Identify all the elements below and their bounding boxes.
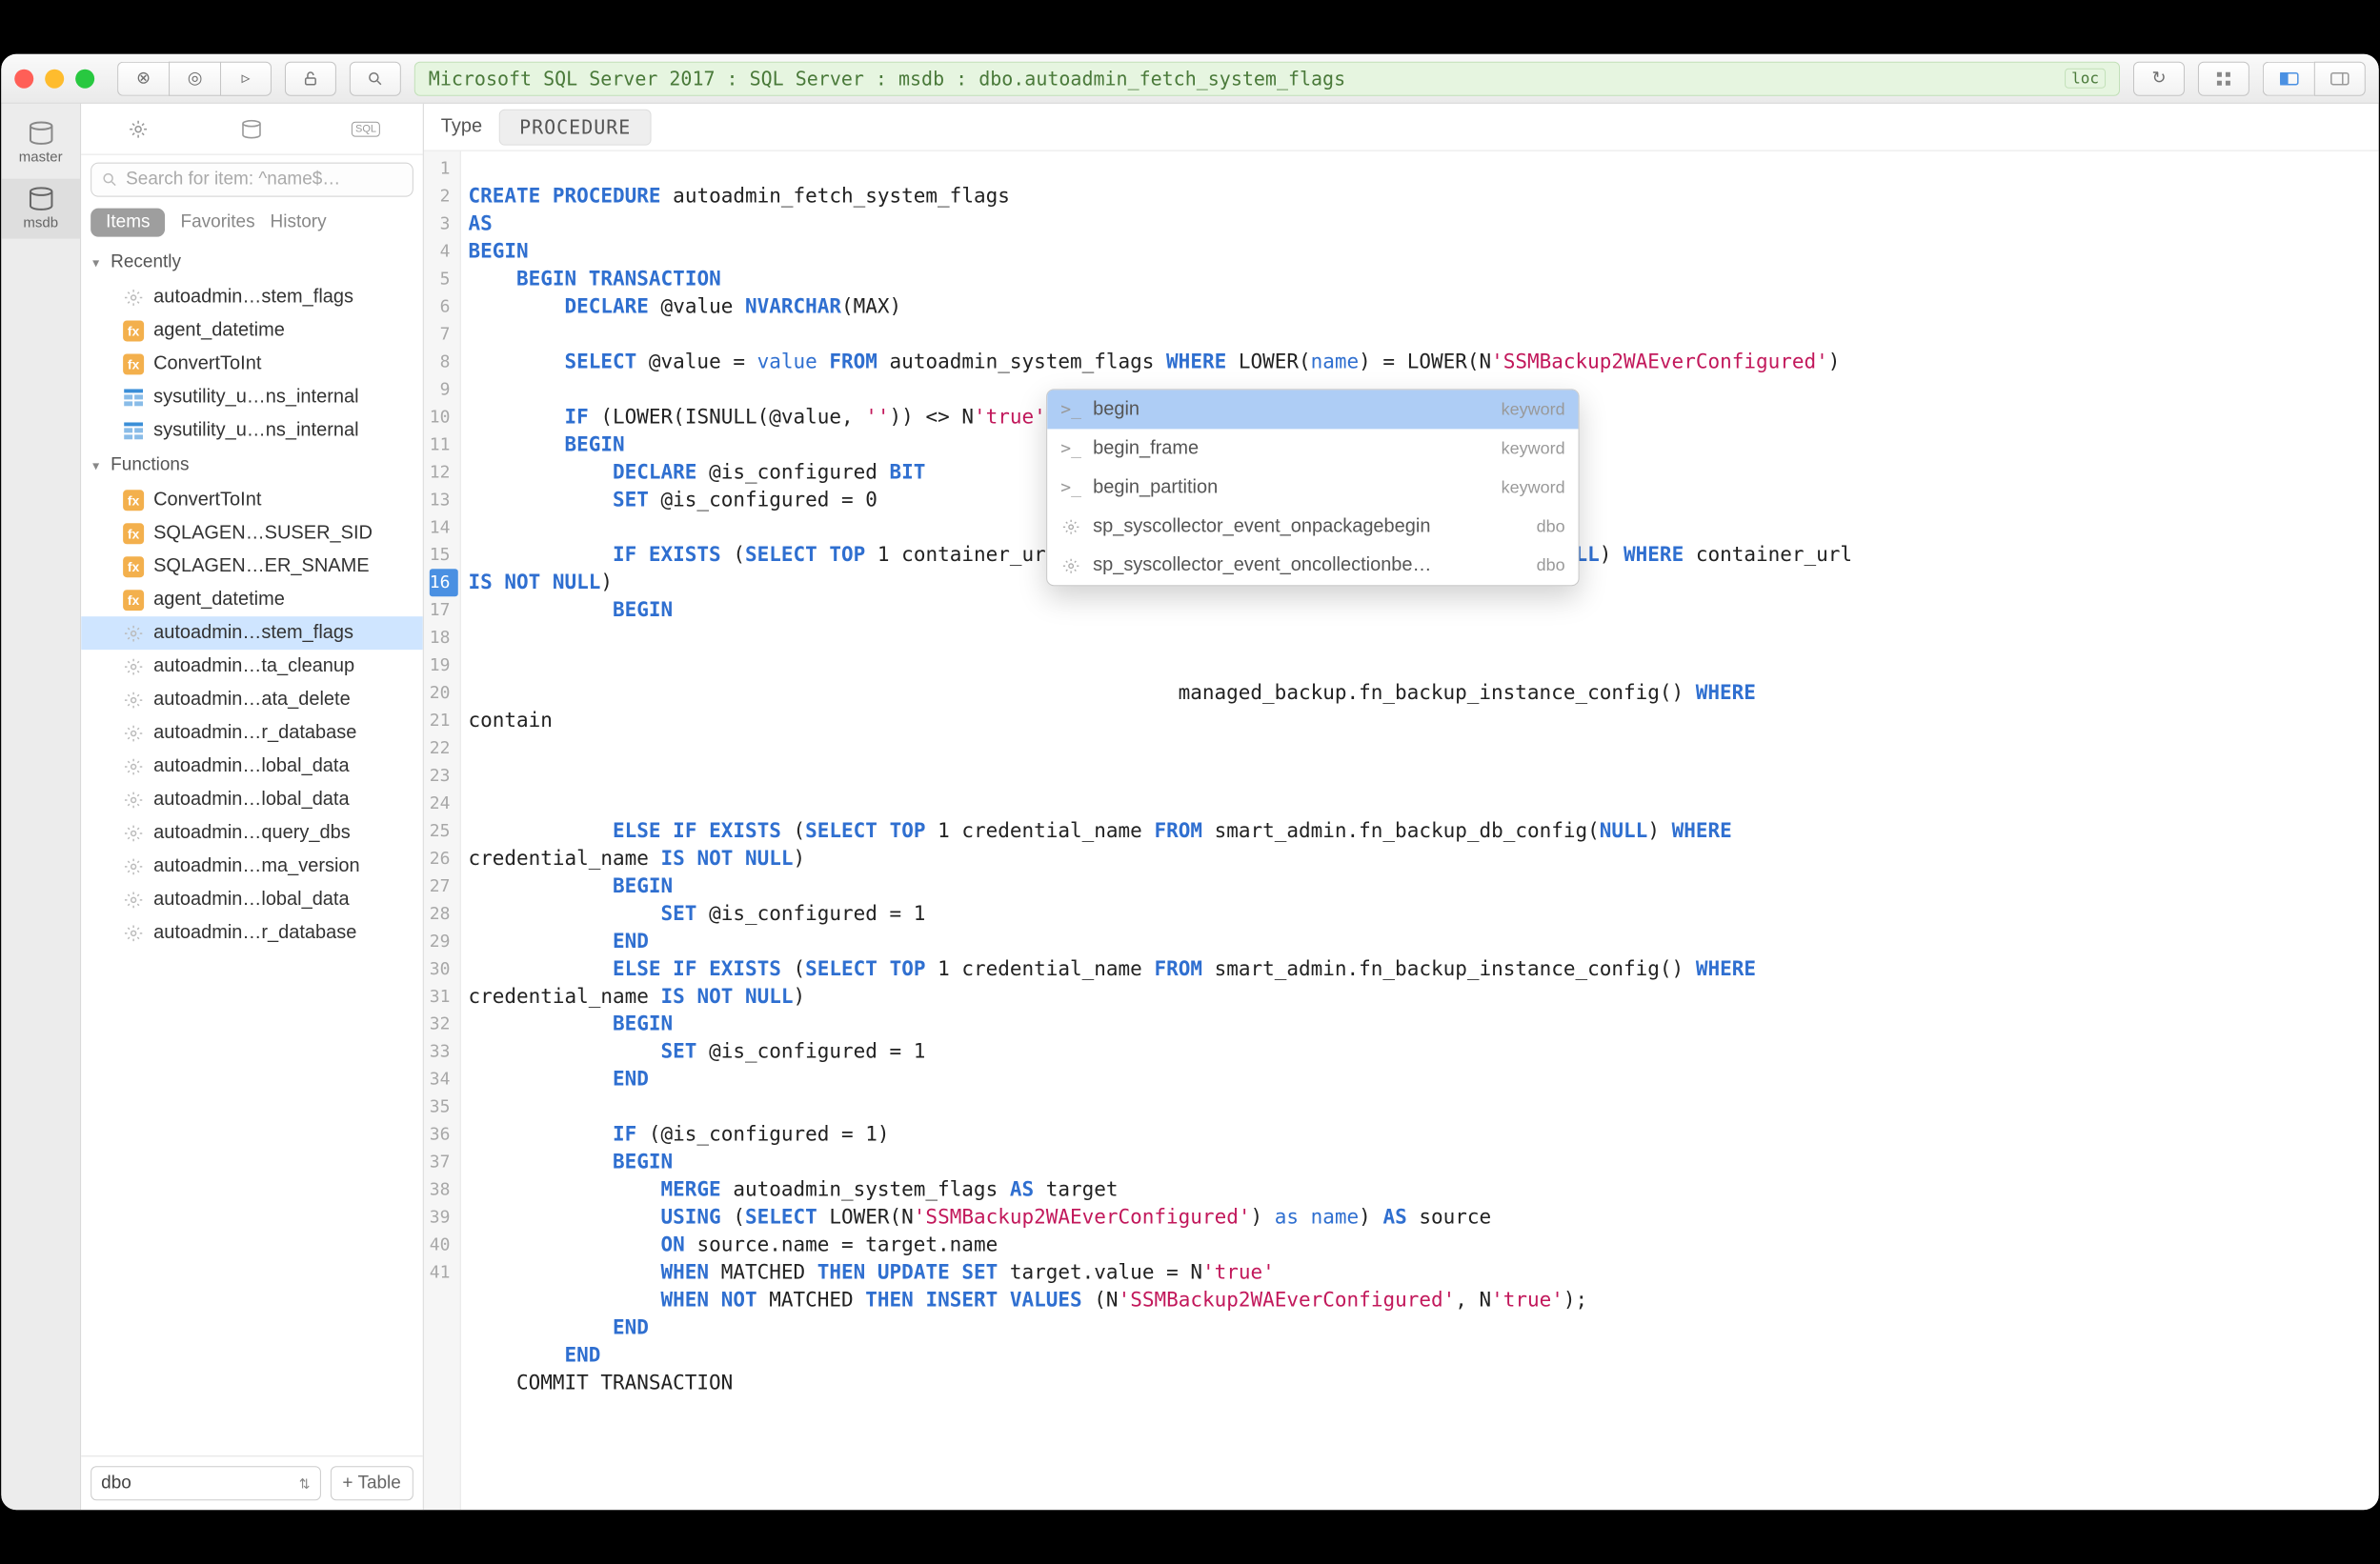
stop-button[interactable]: ⊗ [117,61,169,95]
database-rail: master msdb [1,104,81,1511]
sidebar-mode-tabs: SQL [81,104,423,155]
type-bar: Type PROCEDURE [424,104,2379,151]
sidebar-filter-tabs: Items Favorites History [81,205,423,245]
preview-button[interactable]: ◎ [169,61,220,95]
autocomplete-popup[interactable]: >_beginkeyword>_begin_framekeyword>_begi… [1046,389,1579,586]
type-value: PROCEDURE [499,109,651,145]
gear-icon [1060,555,1081,576]
sidebar-footer: dbo⇅ + Table [81,1455,423,1510]
code-content[interactable]: CREATE PROCEDURE autoadmin_fetch_system_… [460,151,2378,1511]
sidebar-tree[interactable]: Recentlyautoadmin…stem_flagsfxagent_date… [81,245,423,1456]
autocomplete-item[interactable]: >_begin_framekeyword [1047,429,1578,468]
autocomplete-item[interactable]: >_begin_partitionkeyword [1047,468,1578,507]
close-window-button[interactable] [14,69,33,88]
autocomplete-item[interactable]: >_beginkeyword [1047,390,1578,429]
tree-section-functions[interactable]: Functions [81,447,423,483]
refresh-button[interactable]: ↻ [2133,61,2185,95]
maximize-window-button[interactable] [75,69,94,88]
gear-icon [1060,516,1081,537]
sidebar-search-wrap: Search for item: ^name$… [81,155,423,205]
chevron-updown-icon: ⇅ [299,1475,311,1492]
minimize-window-button[interactable] [45,69,64,88]
panel-right-button[interactable] [2314,61,2366,95]
breadcrumb-bar[interactable]: Microsoft SQL Server 2017 : SQL Server :… [414,61,2120,95]
filter-favorites[interactable]: Favorites [181,212,255,233]
tab-sql-icon[interactable]: SQL [350,112,382,145]
sidebar-search-input[interactable]: Search for item: ^name$… [91,163,413,197]
app-window: ⊗ ◎ ▹ Microsoft SQL Server 2017 : SQL Se… [1,54,2379,1510]
tree-item[interactable]: sysutility_u…ns_internal [81,413,423,447]
autocomplete-item[interactable]: sp_syscollector_event_onpackagebegindbo [1047,507,1578,546]
main-pane: Type PROCEDURE 1234567891011121314151617… [424,104,2379,1511]
search-button[interactable] [350,61,401,95]
keyword-icon: >_ [1060,399,1081,420]
tree-item[interactable]: autoadmin…lobal_data [81,783,423,816]
tab-databases-icon[interactable] [235,112,268,145]
lock-button[interactable] [285,61,336,95]
tree-section-recently[interactable]: Recently [81,245,423,281]
grid-view-button[interactable] [2198,61,2249,95]
rail-item-msdb[interactable]: msdb [1,179,80,239]
tree-item[interactable]: fxConvertToInt [81,483,423,516]
tree-item[interactable]: fxSQLAGEN…SUSER_SID [81,516,423,550]
run-button[interactable]: ▹ [220,61,272,95]
panel-left-button[interactable] [2263,61,2314,95]
tree-item[interactable]: autoadmin…ta_cleanup [81,650,423,683]
tree-item[interactable]: sysutility_u…ns_internal [81,380,423,413]
tree-item[interactable]: autoadmin…ata_delete [81,683,423,716]
toolbar-group-panels [2263,61,2366,95]
tree-item[interactable]: autoadmin…r_database [81,916,423,950]
add-table-button[interactable]: + Table [330,1466,413,1500]
tree-item[interactable]: fxConvertToInt [81,347,423,380]
filter-items[interactable]: Items [91,209,165,237]
titlebar: ⊗ ◎ ▹ Microsoft SQL Server 2017 : SQL Se… [1,54,2379,104]
autocomplete-item[interactable]: sp_syscollector_event_oncollectionbe…dbo [1047,546,1578,585]
tree-item[interactable]: autoadmin…stem_flags [81,281,423,314]
keyword-icon: >_ [1060,438,1081,459]
toolbar-group-run: ⊗ ◎ ▹ [117,61,272,95]
tree-item[interactable]: fxagent_datetime [81,583,423,616]
keyword-icon: >_ [1060,477,1081,498]
tree-item[interactable]: autoadmin…lobal_data [81,750,423,783]
type-label: Type [441,116,482,138]
tab-connections-icon[interactable] [122,112,154,145]
tree-item[interactable]: autoadmin…lobal_data [81,883,423,916]
rail-item-master[interactable]: master [1,113,80,173]
breadcrumb-text: Microsoft SQL Server 2017 : SQL Server :… [429,67,1345,90]
gutter: 1234567891011121314151617181920212223242… [424,151,461,1511]
sidebar: SQL Search for item: ^name$… Items Favor… [81,104,424,1511]
search-icon [101,171,118,189]
schema-combo[interactable]: dbo⇅ [91,1466,320,1500]
tree-item[interactable]: autoadmin…r_database [81,716,423,750]
tree-item[interactable]: autoadmin…ma_version [81,850,423,883]
tree-item[interactable]: autoadmin…stem_flags [81,616,423,650]
filter-history[interactable]: History [271,212,327,233]
window-controls [14,69,94,88]
tree-item[interactable]: fxSQLAGEN…ER_SNAME [81,550,423,583]
tree-item[interactable]: fxagent_datetime [81,313,423,347]
tree-item[interactable]: autoadmin…query_dbs [81,816,423,850]
loc-badge: loc [2065,69,2106,89]
code-editor[interactable]: 1234567891011121314151617181920212223242… [424,151,2379,1511]
